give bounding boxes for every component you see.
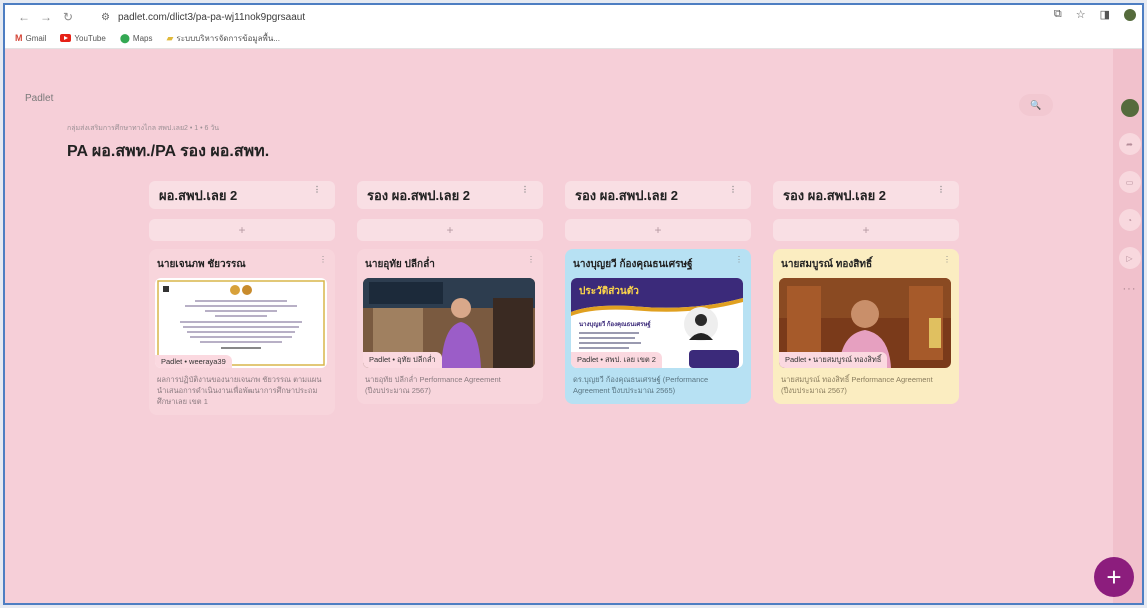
add-post-button[interactable]: + — [357, 219, 543, 241]
column-3: รอง ผอ.สพป.เลย 2 ⋮ + นางบุญยวี ก้องคุณธน… — [565, 181, 751, 404]
remake-icon[interactable]: ▭ — [1118, 171, 1141, 193]
column-title: ผอ.สพป.เลย 2 — [159, 187, 238, 203]
url-text: padlet.com/dlict3/pa-pa-wj11nok9pgrsaaut — [117, 11, 306, 23]
post-thumbnail: Padlet • นายสมบูรณ์ ทองสิทธิ์ — [779, 278, 951, 368]
sidebar-icon[interactable]: ◨ — [1100, 8, 1110, 21]
post-menu-icon[interactable]: ⋮ — [527, 255, 535, 264]
poster-heading: ประวัติส่วนตัว — [579, 285, 639, 297]
poster-name: นางบุญยวี ก้องคุณธนเศรษฐ์ — [579, 320, 651, 328]
post-title: นายเจนภพ ชัยวรรณ — [157, 259, 246, 270]
slideshow-icon[interactable]: ▷ — [1118, 247, 1141, 269]
column-header[interactable]: ผอ.สพป.เลย 2 ⋮ — [149, 181, 335, 209]
back-icon[interactable]: ← — [15, 8, 33, 26]
forward-icon[interactable]: → — [37, 8, 55, 26]
cast-icon[interactable]: ⧉ — [1054, 8, 1062, 21]
maps-pin-icon: ⬤ — [119, 32, 130, 43]
column-4: รอง ผอ.สพป.เลย 2 ⋮ + นายสมบูรณ์ ทองสิทธิ… — [773, 181, 959, 404]
post-body: นายสมบูรณ์ ทองสิทธิ์ Performance Agreeme… — [781, 375, 933, 395]
add-icon[interactable]: + — [1094, 557, 1134, 597]
bookmark-gmail[interactable]: M Gmail — [15, 33, 46, 43]
notifications-icon[interactable]: ◔ — [1118, 209, 1141, 231]
post-card[interactable]: นายอุทัย ปลีกล่ำ ⋮ Padlet • อุทัย ปลีกล่… — [357, 249, 543, 404]
column-title: รอง ผอ.สพป.เลย 2 — [367, 187, 471, 203]
column-title: รอง ผอ.สพป.เลย 2 — [783, 187, 887, 203]
post-title: นางบุญยวี ก้องคุณธนเศรษฐ์ — [573, 259, 693, 270]
column-title: รอง ผอ.สพป.เลย 2 — [575, 187, 679, 203]
post-thumbnail: Padlet • weeraya39 — [155, 278, 327, 368]
bookmark-label: Gmail — [25, 33, 47, 43]
folder-icon: ▰ — [166, 32, 174, 43]
post-title: นายอุทัย ปลีกล่ำ — [365, 259, 435, 270]
column-menu-icon[interactable]: ⋮ — [937, 185, 945, 194]
more-icon[interactable]: ··· — [1123, 283, 1137, 295]
board-actions-sidebar: ➦ ▭ ◔ ▷ ··· — [1113, 49, 1142, 603]
board-subtitle: กลุ่มส่งเสริมการศึกษาทางไกล สพป.เลย2 • 1… — [67, 125, 220, 132]
post-title: นายสมบูรณ์ ทองสิทธิ์ — [781, 259, 873, 270]
bookmark-label: YouTube — [74, 33, 106, 43]
browser-toolbar: ← → ↻ ⚙ padlet.com/dlict3/pa-pa-wj11nok9… — [5, 5, 1142, 49]
column-2: รอง ผอ.สพป.เลย 2 ⋮ + นายอุทัย ปลีกล่ำ ⋮ … — [357, 181, 543, 404]
screenshot-frame: ← → ↻ ⚙ padlet.com/dlict3/pa-pa-wj11nok9… — [3, 3, 1144, 605]
post-body: ผลการปฏิบัติงานของนายเจนภพ ชัยวรรณ ตามแผ… — [157, 375, 322, 406]
bookmark-youtube[interactable]: YouTube — [60, 33, 106, 43]
site-info-icon[interactable]: ⚙ — [101, 12, 110, 23]
reload-icon[interactable]: ↻ — [59, 8, 77, 26]
bookmark-maps[interactable]: ⬤ Maps — [120, 33, 153, 44]
bookmark-label: ระบบบริหารจัดการข้อมูลพื้น... — [176, 33, 280, 43]
column-header[interactable]: รอง ผอ.สพป.เลย 2 ⋮ — [773, 181, 959, 209]
column-header[interactable]: รอง ผอ.สพป.เลย 2 ⋮ — [357, 181, 543, 209]
add-post-button[interactable]: + — [565, 219, 751, 241]
add-post-button[interactable]: + — [773, 219, 959, 241]
star-icon[interactable]: ☆ — [1076, 8, 1086, 21]
search-button[interactable]: 🔍 — [1019, 94, 1053, 116]
add-post-button[interactable]: + — [149, 219, 335, 241]
column-menu-icon[interactable]: ⋮ — [729, 185, 737, 194]
post-card[interactable]: นายสมบูรณ์ ทองสิทธิ์ ⋮ Padlet • นายสมบูร… — [773, 249, 959, 404]
post-body: ดร.บุญยวี ก้องคุณธนเศรษฐ์ (Performance A… — [573, 375, 709, 395]
search-icon: 🔍 — [1030, 99, 1042, 110]
post-body: นายอุทัย ปลีกล่ำ Performance Agreement (… — [365, 375, 501, 395]
address-bar[interactable]: ⚙ padlet.com/dlict3/pa-pa-wj11nok9pgrsaa… — [101, 8, 1021, 26]
bookmark-label: Maps — [132, 33, 153, 43]
bookmarks-bar: M Gmail YouTube ⬤ Maps ▰ ระบบบริหารจัดการข้… — [5, 29, 1142, 47]
youtube-icon — [60, 34, 72, 42]
share-icon[interactable]: ➦ — [1118, 133, 1141, 155]
column-menu-icon[interactable]: ⋮ — [313, 185, 321, 194]
post-attribution[interactable]: Padlet • สพป. เลย เขต 2 — [571, 352, 662, 368]
post-card[interactable]: นางบุญยวี ก้องคุณธนเศรษฐ์ ⋮ ประวัติส่วนต… — [565, 249, 751, 404]
post-card[interactable]: นายเจนภพ ชัยวรรณ ⋮ Padlet • weeraya39 ผล… — [149, 249, 335, 415]
post-menu-icon[interactable]: ⋮ — [943, 255, 951, 264]
profile-icon[interactable] — [1124, 8, 1136, 21]
avatar[interactable] — [1120, 99, 1139, 117]
post-attribution[interactable]: Padlet • นายสมบูรณ์ ทองสิทธิ์ — [779, 352, 888, 368]
post-menu-icon[interactable]: ⋮ — [319, 255, 327, 264]
post-thumbnail: ประวัติส่วนตัว นางบุญยวี ก้องคุณธนเศรษฐ์… — [571, 278, 743, 368]
bookmark-folder[interactable]: ▰ ระบบบริหารจัดการข้อมูลพื้น... — [166, 32, 279, 45]
post-thumbnail: Padlet • อุทัย ปลีกล่ำ — [363, 278, 535, 368]
post-menu-icon[interactable]: ⋮ — [735, 255, 743, 264]
column-menu-icon[interactable]: ⋮ — [521, 185, 529, 194]
gmail-icon: M — [15, 33, 23, 43]
board-title: PA ผอ.สพท./PA รอง ผอ.สพท. — [67, 143, 270, 160]
post-attribution[interactable]: Padlet • อุทัย ปลีกล่ำ — [363, 352, 442, 368]
post-attribution[interactable]: Padlet • weeraya39 — [155, 355, 232, 368]
padlet-logo[interactable]: Padlet — [25, 93, 53, 104]
column-header[interactable]: รอง ผอ.สพป.เลย 2 ⋮ — [565, 181, 751, 209]
column-1: ผอ.สพป.เลย 2 ⋮ + นายเจนภพ ชัยวรรณ ⋮ Padl… — [149, 181, 335, 415]
